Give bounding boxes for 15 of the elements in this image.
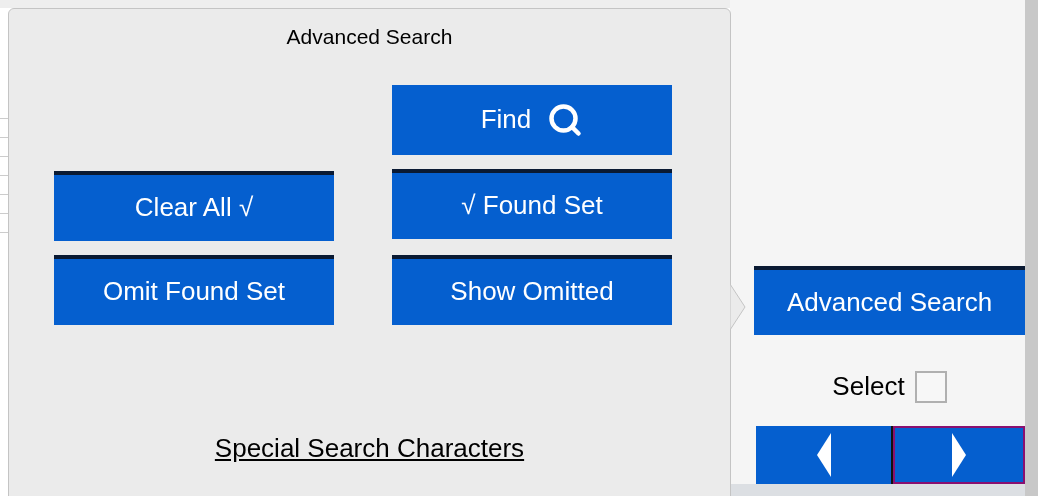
action-button[interactable]: Omit Found Set: [54, 254, 334, 325]
advanced-search-button[interactable]: Advanced Search: [754, 266, 1025, 336]
left-triangle-icon: [816, 433, 831, 478]
select-label: Select: [832, 370, 905, 404]
previous-button[interactable]: [756, 426, 893, 485]
next-button[interactable]: [893, 426, 1025, 485]
right-triangle-icon: [952, 433, 966, 478]
special-search-characters-link[interactable]: Special Search Characters: [214, 428, 525, 468]
find-button[interactable]: Find: [392, 84, 672, 155]
search-icon: [547, 101, 584, 138]
action-button[interactable]: Show Omitted: [392, 254, 672, 325]
action-button[interactable]: Clear All √: [54, 170, 334, 241]
popover-title: Advanced Search: [286, 24, 453, 50]
select-checkbox[interactable]: [914, 370, 947, 403]
action-button[interactable]: √ Found Set: [392, 168, 672, 239]
